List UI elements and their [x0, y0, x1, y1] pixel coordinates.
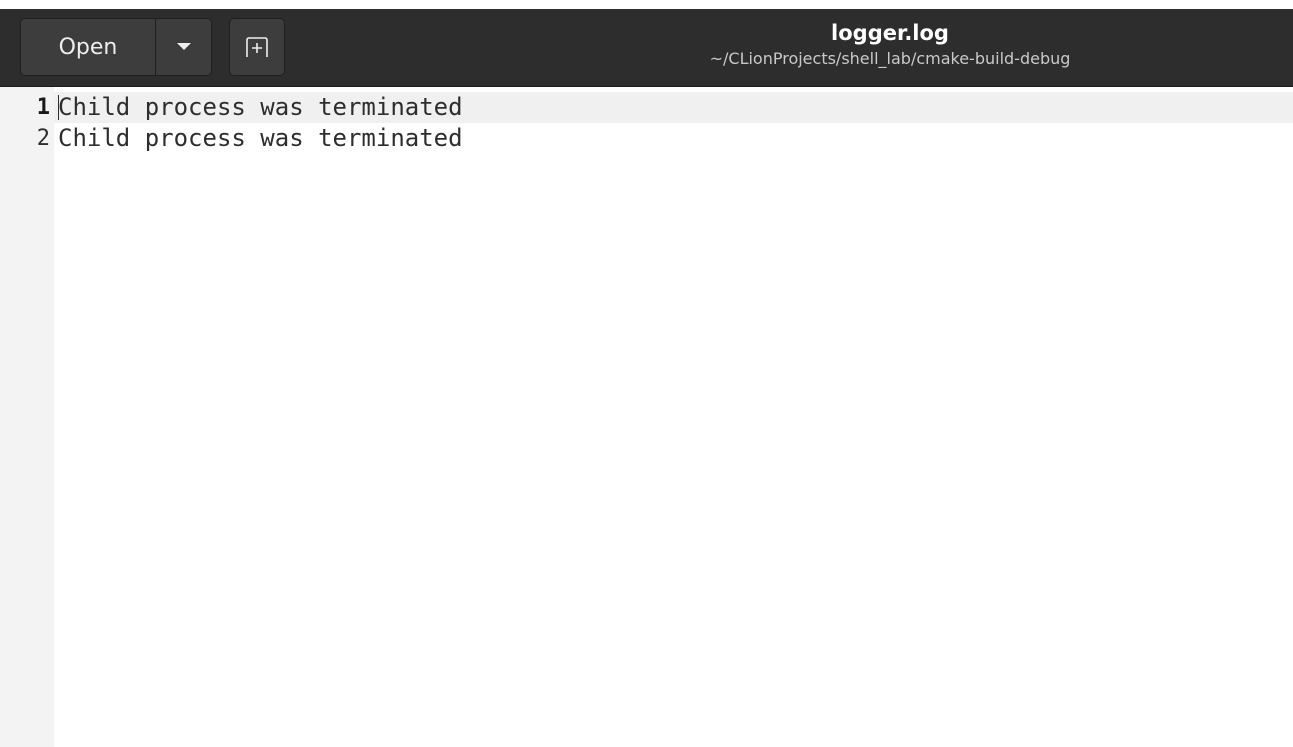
line-text: Child process was terminated [58, 124, 463, 152]
text-editor-area[interactable]: 1 Child process was terminated 2 Child p… [0, 87, 1293, 747]
open-button-group: Open [20, 18, 212, 76]
open-button[interactable]: Open [20, 18, 156, 76]
line-number: 1 [36, 95, 50, 120]
header-bar: Open logger.log ~/CLionProjects/shell_la… [0, 9, 1293, 87]
line-number-gutter [0, 87, 54, 747]
text-editor-window: Open logger.log ~/CLionProjects/shell_la… [0, 0, 1293, 747]
editor-line: 2 Child process was terminated [0, 123, 1293, 154]
line-number: 2 [36, 126, 50, 151]
open-button-label: Open [58, 34, 118, 60]
window-top-edge [0, 0, 1293, 9]
chevron-down-icon [176, 43, 191, 50]
document-title: logger.log [831, 21, 949, 45]
editor-line: 1 Child process was terminated [0, 92, 1293, 123]
document-path: ~/CLionProjects/shell_lab/cmake-build-de… [709, 49, 1071, 68]
new-document-button[interactable] [229, 18, 285, 76]
line-text: Child process was terminated [58, 93, 463, 121]
text-cursor [58, 95, 59, 120]
open-menu-button[interactable] [156, 18, 212, 76]
window-title-block: logger.log ~/CLionProjects/shell_lab/cma… [600, 18, 1180, 70]
new-tab-icon [246, 37, 268, 57]
